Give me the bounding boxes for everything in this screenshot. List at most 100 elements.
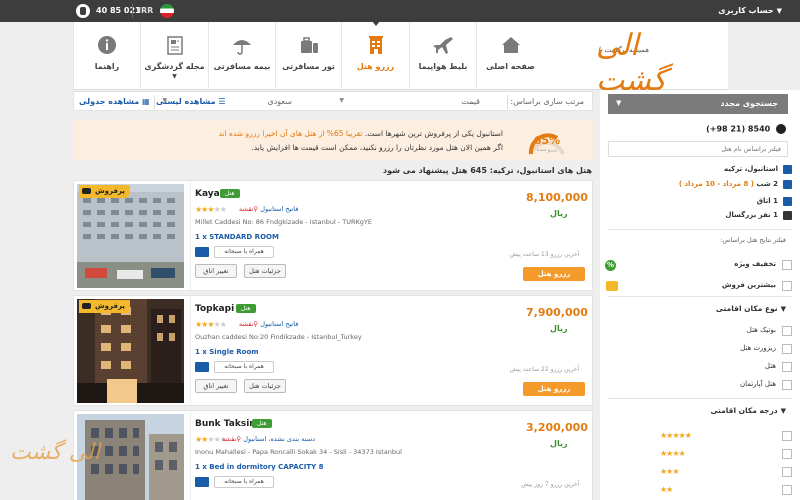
star-rating-header[interactable]: ▼درجه مکان اقامتی — [710, 406, 786, 415]
map-link[interactable]: نقشه — [239, 205, 253, 213]
hotel-details-button[interactable]: جزئیات هتل — [244, 379, 286, 393]
hotel-name-filter-input[interactable] — [609, 142, 787, 156]
change-room-button[interactable]: تغییر اتاق — [195, 379, 237, 393]
phone-icon — [776, 124, 786, 134]
nav-home[interactable]: صفحه اصلی — [476, 22, 544, 90]
checkbox[interactable] — [782, 431, 792, 441]
stay-dates: 2 شب ( 8 مرداد - 10 مرداد ) — [678, 180, 778, 188]
checkbox[interactable] — [782, 362, 792, 372]
divider — [132, 4, 133, 18]
hotel-type-badge: هتل — [220, 189, 240, 198]
hotel-details-button[interactable]: جزئیات هتل — [244, 264, 286, 278]
hotel-location: فاتیح استانبول ⚲نقشه — [239, 205, 299, 213]
map-link[interactable]: نقشه — [222, 435, 236, 443]
sort-stars[interactable]: سعودی — [267, 97, 292, 106]
site-logo[interactable]: همیشه پرگشت با الی گشت — [596, 28, 724, 98]
hotel-card: Bunk Taksim هتل ★★★★★ دسته بندی نشده، اس… — [73, 410, 593, 500]
change-room-button[interactable]: تغییر اتاق — [195, 264, 237, 278]
map-pin-icon: ⚲ — [253, 205, 259, 213]
list-view-button[interactable]: ☰ مشاهده لیستی — [156, 97, 226, 106]
currency-selector[interactable]: IRR — [138, 6, 153, 15]
home-icon — [501, 37, 520, 53]
breakfast-tag: همراه با صبحانه — [214, 246, 274, 258]
last-booking: آخرین رزرو 22 ساعت پیش — [509, 366, 579, 373]
search-again-button[interactable]: جستجوی مجدد ▼ — [608, 94, 788, 114]
map-link[interactable]: نقشه — [239, 320, 253, 328]
type-boutique[interactable]: بوتیک هتل — [608, 326, 792, 338]
checkbox[interactable] — [782, 485, 792, 495]
umbrella-icon — [233, 40, 251, 55]
checkbox[interactable] — [782, 326, 792, 336]
book-hotel-button[interactable]: رزرو هتل — [523, 267, 585, 281]
accommodation-type-header[interactable]: ▼نوع مکان اقامتی — [716, 304, 786, 313]
filter-best-seller[interactable]: بیشترین فروش — [608, 281, 792, 293]
hotel-photo[interactable]: پرفروش — [77, 184, 184, 288]
last-booking: آخرین رزرو 13 ساعت پیش — [509, 251, 579, 258]
checkbox[interactable] — [782, 260, 792, 270]
hotel-card: پرفروش Topkapi هتل ★★★★★ فاتیح استانبول … — [73, 295, 593, 406]
nav-magazine[interactable]: مجله گردشگری ▼ — [140, 22, 208, 90]
hotel-name[interactable]: Topkapi — [195, 304, 234, 314]
type-apartment[interactable]: هتل آپارتمان — [608, 380, 792, 392]
search-sidebar: جستجوی مجدد ▼ (+98 21) 8540 استانبول، تر… — [600, 90, 800, 500]
nav-tours[interactable]: تور مسافرتی — [275, 22, 341, 90]
hotel-price: 8,100,000 — [526, 191, 588, 204]
active-indicator — [371, 21, 380, 26]
map-pin-icon: ⚲ — [236, 435, 242, 443]
bed-icon — [195, 362, 209, 372]
checkbox[interactable] — [782, 344, 792, 354]
checkbox[interactable] — [782, 281, 792, 291]
divider — [190, 181, 191, 290]
four-star-icon: ★★★★ — [660, 449, 686, 458]
hotel-name-filter[interactable] — [608, 141, 788, 157]
map-pin-icon: ⚲ — [253, 320, 259, 328]
hotel-type-badge: هتل — [236, 304, 256, 313]
type-resort[interactable]: ریزورت هتل — [608, 344, 792, 356]
grid-view-button[interactable]: ▦ مشاهده جدولی — [79, 97, 150, 106]
checkbox[interactable] — [782, 467, 792, 477]
discount-icon: % — [605, 260, 616, 271]
checkbox[interactable] — [782, 449, 792, 459]
hotel-type-badge: هتل — [252, 419, 272, 428]
price-currency: ریال — [550, 209, 568, 218]
stars-4-filter[interactable] — [608, 449, 792, 461]
chevron-down-icon: ▼ — [172, 73, 177, 80]
stars-5-filter[interactable] — [608, 431, 792, 443]
watermark-logo: الی گشت — [10, 440, 100, 465]
banner-line-2: اگر همین الان هتل مورد نظرتان را رزرو نک… — [251, 143, 503, 152]
hotel-name[interactable]: Kaya — [195, 189, 220, 199]
bestseller-icon — [606, 281, 618, 291]
popularity-banner: استانبول یکی از پرفروش ترین شهرها است. ت… — [73, 120, 593, 160]
nav-hotels[interactable]: رزرو هتل — [341, 21, 409, 90]
magazine-icon — [166, 36, 183, 55]
luggage-icon — [300, 37, 318, 53]
nav-flights[interactable]: بلیط هواپیما — [409, 22, 476, 90]
iran-flag-icon[interactable] — [160, 4, 174, 18]
stars-3-filter[interactable] — [608, 467, 792, 479]
chevron-down-icon: ▼ — [776, 7, 782, 15]
room-type: 1 x Single Room — [195, 348, 259, 356]
nav-insurance[interactable]: بیمه مسافرتی — [208, 22, 275, 90]
filter-special-offer[interactable]: تخفیف ویژه — [608, 260, 792, 272]
hotel-price: 7,900,000 — [526, 306, 588, 319]
checkbox[interactable] — [782, 380, 792, 390]
book-hotel-button[interactable]: رزرو هتل — [523, 382, 585, 396]
account-menu[interactable]: ▼حساب کاربری — [718, 6, 782, 15]
divider — [190, 411, 191, 500]
hotel-photo[interactable]: پرفروش — [77, 299, 184, 403]
type-hotel[interactable]: هتل — [608, 362, 792, 374]
bestseller-badge: پرفروش — [79, 300, 130, 313]
sort-price[interactable]: قیمت — [461, 97, 480, 106]
bestseller-badge: پرفروش — [79, 185, 130, 198]
hotel-location: فاتیح استانبول ⚲نقشه — [239, 320, 299, 328]
breakfast-tag: همراه با صبحانه — [214, 476, 274, 488]
booked-gauge: 65% رزرو شده — [526, 124, 568, 158]
banner-line-1: استانبول یکی از پرفروش ترین شهرها است. ت… — [218, 129, 503, 138]
divider — [608, 296, 792, 297]
hotel-name[interactable]: Bunk Taksim — [195, 419, 259, 429]
two-star-icon: ★★ — [660, 485, 673, 494]
caret-down-icon: ▼ — [780, 407, 786, 415]
hotel-address: Millet Caddesi No: 86 Fndgkizade - Istan… — [195, 218, 372, 226]
stars-2-filter[interactable] — [608, 485, 792, 497]
nav-help[interactable]: راهنما — [73, 22, 140, 90]
